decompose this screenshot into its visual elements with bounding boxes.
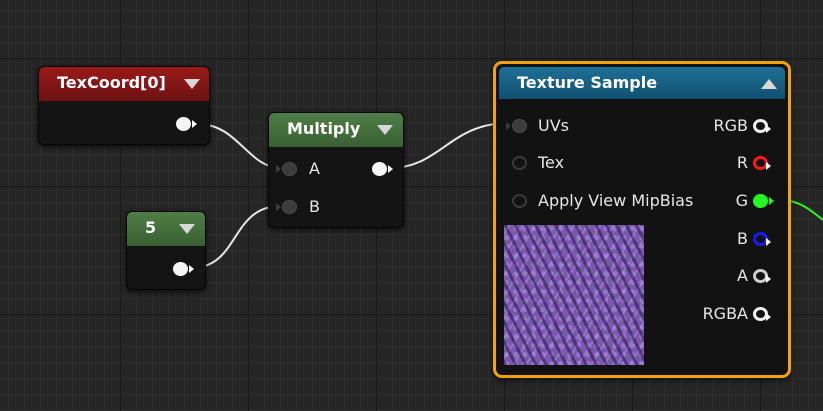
uvs-input-label: UVs xyxy=(538,116,569,135)
rgba-output-pin[interactable] xyxy=(753,307,771,321)
constant-node-title: 5 xyxy=(145,218,157,237)
texcoord-output-pin[interactable] xyxy=(176,117,197,131)
tex-input-label: Tex xyxy=(538,153,565,172)
constant-node[interactable]: 5 xyxy=(126,211,206,290)
r-output-pin[interactable] xyxy=(753,156,771,170)
constant-output-pin[interactable] xyxy=(173,262,194,276)
collapse-arrow-icon[interactable] xyxy=(179,224,195,234)
b-output-label: B xyxy=(737,229,748,248)
uvs-input-pin[interactable] xyxy=(506,119,527,133)
texture-sample-node-header[interactable]: Texture Sample xyxy=(499,67,785,99)
rgb-output-label: RGB xyxy=(713,116,749,135)
collapse-arrow-icon[interactable] xyxy=(377,125,393,135)
tex-input-pin[interactable] xyxy=(512,156,527,170)
multiply-node-title: Multiply xyxy=(287,119,361,138)
multiply-input-a-label: A xyxy=(309,159,320,178)
multiply-node[interactable]: Multiply A B xyxy=(268,112,404,228)
multiply-input-b-label: B xyxy=(309,197,320,216)
texcoord-node[interactable]: TexCoord[0] xyxy=(38,66,210,145)
multiply-input-b-pin[interactable] xyxy=(276,200,297,214)
b-output-pin[interactable] xyxy=(753,232,771,246)
multiply-input-a-pin[interactable] xyxy=(276,162,297,176)
a-output-label: A xyxy=(737,266,748,285)
g-output-pin[interactable] xyxy=(753,194,774,208)
multiply-output-pin[interactable] xyxy=(372,162,393,176)
texture-sample-node-title: Texture Sample xyxy=(517,73,658,92)
collapse-arrow-icon[interactable] xyxy=(184,79,200,89)
rgb-output-pin[interactable] xyxy=(753,119,771,133)
g-output-label: G xyxy=(735,191,748,210)
r-output-label: R xyxy=(736,153,748,172)
texture-sample-node[interactable]: Texture Sample UVs Tex Apply View MipBia… xyxy=(493,61,791,378)
material-graph-canvas[interactable]: TexCoord[0] 5 Multiply A B Texture Sampl… xyxy=(0,0,823,411)
rgba-output-label: RGBA xyxy=(702,304,748,323)
apply-view-mipbias-input-label: Apply View MipBias xyxy=(538,191,694,210)
collapse-arrow-icon[interactable] xyxy=(761,79,777,89)
texture-preview-thumbnail xyxy=(504,225,644,365)
wire-multiply-to-uvs[interactable] xyxy=(389,122,510,169)
texcoord-node-title: TexCoord[0] xyxy=(57,73,166,92)
a-output-pin[interactable] xyxy=(753,269,771,283)
apply-view-mipbias-input-pin[interactable] xyxy=(512,194,527,208)
